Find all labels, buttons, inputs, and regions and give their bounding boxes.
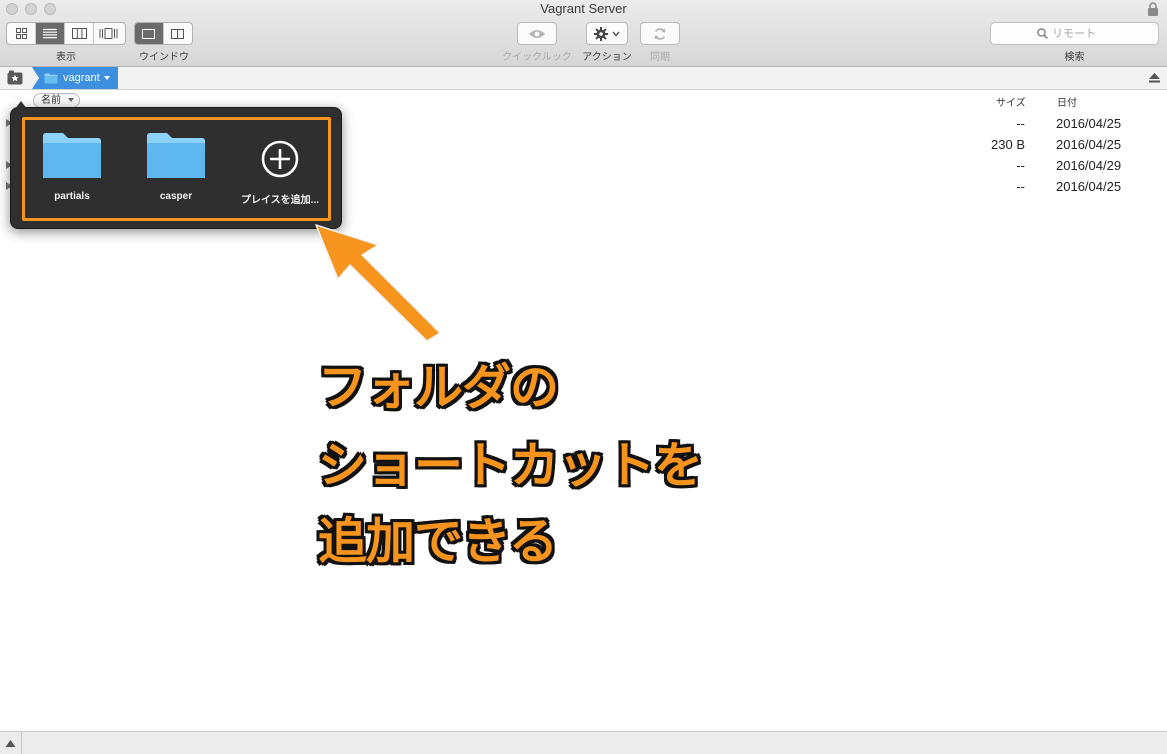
search-label: 検索 [1064, 52, 1085, 63]
annotation-arrow [315, 224, 441, 342]
add-place-button[interactable]: プレイスを追加... [235, 132, 325, 206]
folder-icon [147, 133, 205, 178]
action-label: アクション [582, 52, 632, 63]
place-label: プレイスを追加... [240, 195, 320, 206]
toggle-panel-button[interactable] [0, 732, 22, 754]
name-column-header[interactable]: 名前 [33, 93, 80, 108]
triangle-up-icon [5, 739, 16, 747]
gear-icon [594, 26, 608, 41]
places-star-icon[interactable] [7, 70, 23, 85]
window-mode-control [134, 22, 193, 45]
sync-label: 同期 [650, 52, 670, 63]
file-date: 2016/04/25 [1056, 116, 1122, 131]
quicklook-label: クイックルック [502, 52, 572, 63]
file-size: -- [1016, 116, 1025, 131]
search-field[interactable] [990, 22, 1159, 45]
chevron-down-icon [612, 31, 620, 36]
icon-view-button[interactable] [7, 23, 36, 44]
window-title: Vagrant Server [540, 1, 627, 16]
eye-icon [529, 29, 545, 38]
action-menu-button[interactable] [586, 22, 628, 45]
grid-icon [15, 28, 27, 39]
search-icon [1037, 28, 1048, 39]
refresh-icon [654, 27, 666, 40]
place-item-partials[interactable]: partials [27, 132, 117, 202]
folder-icon [43, 133, 101, 178]
path-bar: vagrant [0, 67, 1167, 90]
annotation-line-2: ショートカットを [318, 439, 703, 493]
coverflow-icon [99, 28, 118, 39]
places-popover: partials casper プレイスを追加... [10, 101, 342, 229]
single-pane-button[interactable] [135, 23, 164, 44]
list-icon [43, 28, 57, 39]
name-column-label: 名前 [41, 95, 61, 106]
file-date: 2016/04/25 [1056, 137, 1122, 152]
popover-pointer [15, 101, 27, 109]
breadcrumb-label: vagrant [63, 72, 100, 84]
breadcrumb-vagrant[interactable]: vagrant [32, 67, 118, 89]
chevron-down-icon [103, 76, 110, 80]
sort-arrow-icon [68, 98, 74, 102]
file-date: 2016/04/25 [1056, 179, 1122, 194]
dual-pane-icon [171, 28, 185, 39]
file-size: -- [1016, 179, 1025, 194]
place-label: casper [159, 191, 193, 202]
view-mode-control [6, 22, 126, 45]
date-column-header[interactable]: 日付 [1057, 94, 1077, 109]
plus-circle-icon [261, 140, 299, 178]
columns-icon [71, 28, 87, 39]
view-label: 表示 [56, 52, 76, 63]
single-pane-icon [142, 28, 156, 39]
quicklook-button[interactable] [517, 22, 557, 45]
annotation-line-1: フォルダの [318, 361, 559, 415]
sync-button[interactable] [640, 22, 680, 45]
search-input[interactable] [1052, 27, 1112, 40]
list-view-button[interactable] [36, 23, 65, 44]
folder-icon [44, 73, 58, 83]
file-size: 230 B [991, 137, 1025, 152]
lock-icon [1148, 2, 1158, 16]
dual-pane-button[interactable] [164, 23, 192, 44]
place-item-casper[interactable]: casper [131, 132, 221, 202]
annotation-line-3: 追加できる [318, 515, 558, 569]
window-toolbar: Vagrant Server 表示 ウインドウ クイックルック アクション 同期… [0, 0, 1167, 67]
size-column-header[interactable]: サイズ [996, 94, 1026, 109]
window-label: ウインドウ [139, 52, 189, 63]
column-view-button[interactable] [65, 23, 94, 44]
place-label: partials [54, 191, 90, 202]
status-bar [0, 731, 1167, 754]
file-date: 2016/04/29 [1056, 158, 1122, 173]
eject-icon[interactable] [1148, 71, 1161, 84]
file-size: -- [1016, 158, 1025, 173]
coverflow-view-button[interactable] [94, 23, 123, 44]
